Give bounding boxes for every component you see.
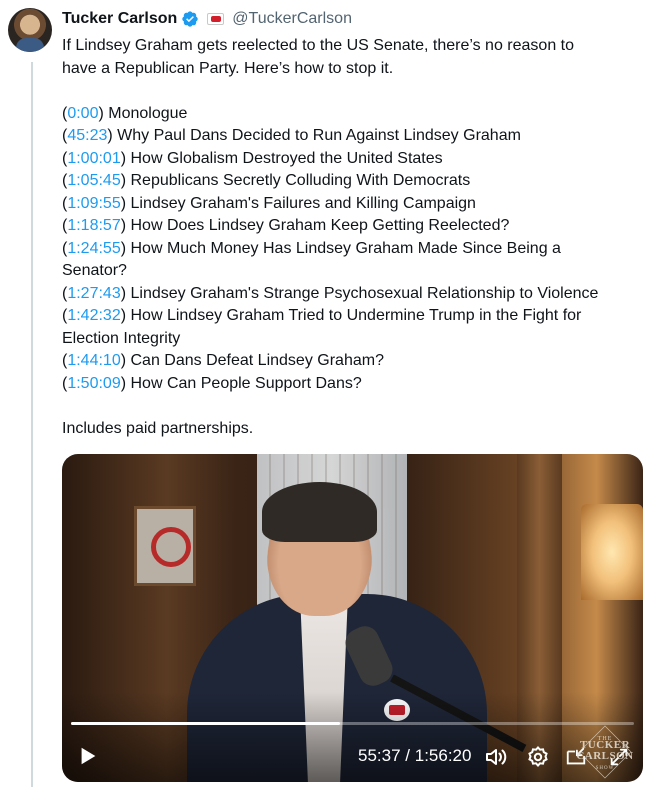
chapter-line-continued: Senator?: [62, 262, 127, 279]
timestamp-link[interactable]: 1:44:10: [67, 352, 120, 369]
play-icon[interactable]: [77, 744, 99, 768]
timestamp-link[interactable]: 1:18:57: [67, 217, 120, 234]
timestamp-link[interactable]: 1:24:55: [67, 240, 120, 257]
chapter-line: (45:23) Why Paul Dans Decided to Run Aga…: [62, 127, 521, 144]
author-handle[interactable]: @TuckerCarlson: [232, 10, 352, 28]
watermark-line2: CARLSON: [576, 750, 634, 762]
video-time-display: 55:37 / 1:56:20: [358, 746, 471, 766]
video-current-time: 55:37: [358, 746, 401, 765]
avatar[interactable]: [8, 8, 52, 52]
chapter-title: Lindsey Graham's Failures and Killing Ca…: [130, 194, 476, 212]
chapter-title: How Much Money Has Lindsey Graham Made S…: [130, 239, 561, 257]
video-frame-picture: [134, 506, 196, 586]
chapter-title: Why Paul Dans Decided to Run Against Lin…: [117, 127, 521, 144]
chapter-line: (1:44:10) Can Dans Defeat Lindsey Graham…: [62, 352, 384, 369]
affiliate-badge-icon[interactable]: [207, 13, 225, 25]
thread-line: [31, 62, 33, 787]
paid-partnership-disclosure: Includes paid partnerships.: [62, 419, 254, 437]
tweet-intro-line: If Lindsey Graham gets reelected to the …: [62, 37, 575, 54]
timestamp-link[interactable]: 45:23: [67, 127, 107, 144]
chapter-title: How Globalism Destroyed the United State…: [130, 149, 443, 167]
chapter-title: How Does Lindsey Graham Keep Getting Ree…: [130, 217, 510, 234]
chapter-title: Can Dans Defeat Lindsey Graham?: [130, 352, 384, 369]
tweet-header: Tucker Carlson @TuckerCarlson: [62, 8, 352, 30]
video-duration: 1:56:20: [414, 746, 472, 765]
watermark-show: SHOW: [595, 766, 615, 771]
chapter-line: (1:50:09) How Can People Support Dans?: [62, 374, 362, 392]
video-controls-shade: [62, 692, 643, 782]
timestamp-link[interactable]: 1:09:55: [67, 195, 120, 212]
timestamp-link[interactable]: 1:42:32: [67, 307, 120, 324]
timestamp-link[interactable]: 0:00: [67, 105, 98, 122]
video-frame-person-hair: [262, 482, 377, 542]
chapter-line: (1:09:55) Lindsey Graham's Failures and …: [62, 194, 476, 212]
chapter-line: (1:42:32) How Lindsey Graham Tried to Un…: [62, 307, 582, 324]
chapter-line: (1:05:45) Republicans Secretly Colluding…: [62, 172, 471, 189]
verified-badge-icon: [182, 11, 198, 27]
chapter-line: (1:24:55) How Much Money Has Lindsey Gra…: [62, 239, 561, 257]
chapter-title: How Lindsey Graham Tried to Undermine Tr…: [130, 307, 582, 324]
tweet-text: If Lindsey Graham gets reelected to the …: [62, 35, 642, 440]
video-frame-lamp: [581, 504, 643, 600]
video-time-separator: /: [405, 746, 411, 765]
video-progress-bar[interactable]: [71, 722, 634, 725]
chapter-line-continued: Election Integrity: [62, 329, 181, 347]
volume-icon[interactable]: [484, 745, 508, 769]
chapter-title: Lindsey Graham's Strange Psychosexual Re…: [130, 284, 599, 302]
gear-icon[interactable]: [526, 745, 550, 769]
video-player[interactable]: 55:37 / 1:56:20 THE TUCKER CARLSON SHOW: [62, 454, 643, 782]
timestamp-link[interactable]: 1:00:01: [67, 150, 120, 167]
timestamp-link[interactable]: 1:27:43: [67, 285, 120, 302]
chapter-title: How Can People Support Dans?: [130, 374, 362, 392]
tweet-intro-line: have a Republican Party. Here’s how to s…: [62, 59, 394, 77]
timestamp-link[interactable]: 1:05:45: [67, 172, 120, 189]
chapter-title: Republicans Secretly Colluding With Demo…: [130, 172, 471, 189]
chapter-line: (1:18:57) How Does Lindsey Graham Keep G…: [62, 217, 510, 234]
chapter-line: (1:27:43) Lindsey Graham's Strange Psych…: [62, 284, 599, 302]
author-name[interactable]: Tucker Carlson: [62, 10, 177, 28]
chapter-line: (1:00:01) How Globalism Destroyed the Un…: [62, 149, 443, 167]
chapter-line: (0:00) Monologue: [62, 104, 188, 122]
show-watermark-logo: THE TUCKER CARLSON SHOW: [572, 725, 638, 779]
video-progress-fill: [71, 722, 341, 725]
timestamp-link[interactable]: 1:50:09: [67, 375, 120, 392]
chapter-title: Monologue: [108, 104, 188, 122]
